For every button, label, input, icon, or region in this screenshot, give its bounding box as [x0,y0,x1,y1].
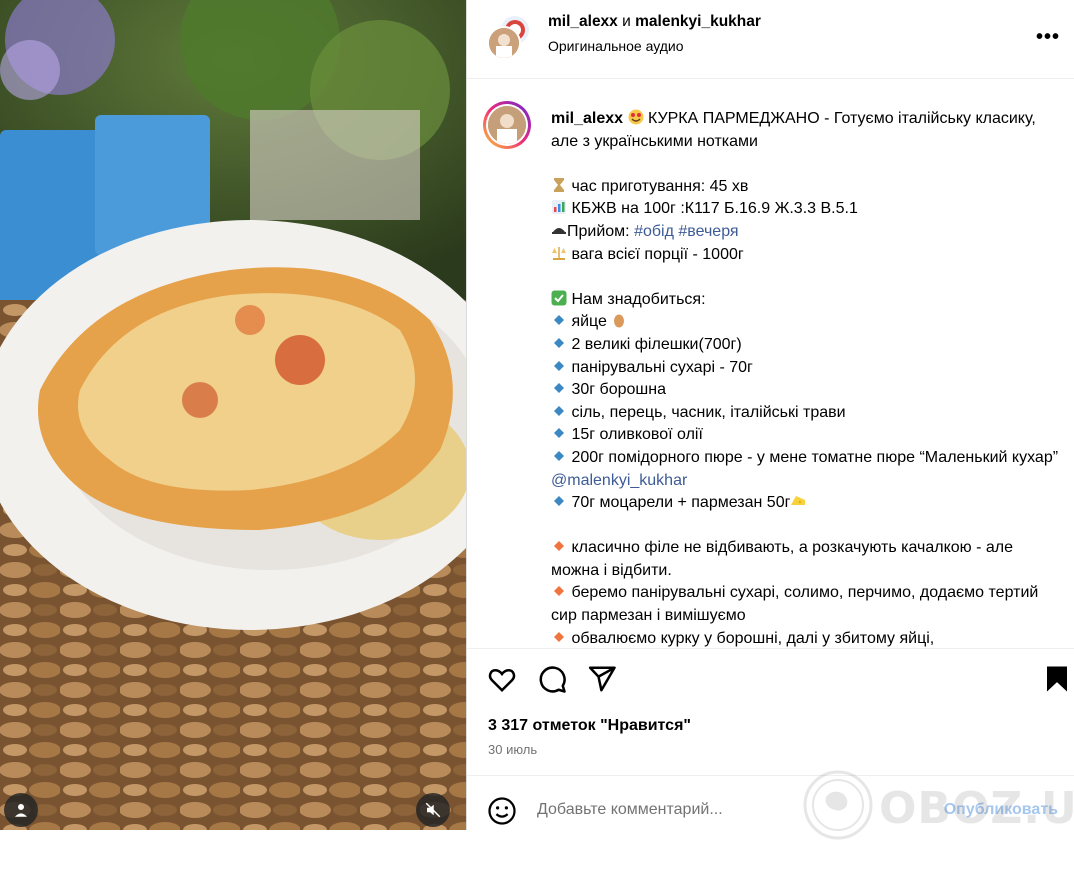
blue-diamond-icon [554,405,564,416]
hashtag-lunch[interactable]: #обід [634,223,674,240]
ingredient-item: 30г борошна [571,381,666,399]
avatar-mil-alexx[interactable] [487,26,521,60]
caption-area: mil_alexx КУРКА ПАРМЕДЖАНО - Готуємо іта… [467,80,1074,648]
food-photo [0,0,466,830]
save-button[interactable] [1042,664,1074,698]
hashtag-dinner[interactable]: #вечеря [678,223,738,240]
step-item: обвалюємо курку у борошні, далі у збитом… [571,629,935,647]
orange-diamond-icon [554,586,564,597]
egg-icon [614,314,625,328]
blue-diamond-icon [554,360,564,371]
post-panel: mil_alexx и malenkyi_kukhar Оригинальное… [466,0,1074,840]
post-authors: mil_alexx и malenkyi_kukhar [548,13,761,31]
comment-button[interactable] [537,664,571,698]
ingredient-item: яйце [571,313,607,331]
blue-diamond-icon [554,315,564,326]
mute-icon [425,802,441,818]
mute-button[interactable] [416,793,450,827]
blue-diamond-icon [554,428,564,439]
heart-icon [488,668,516,693]
ingredient-item: 200г помідорного пюре - у мене томатне п… [571,448,1059,466]
more-options-button[interactable]: ••• [1036,26,1060,49]
user-tag-icon [15,804,27,817]
caption-username[interactable]: mil_alexx [551,110,623,127]
cook-time: час приготування: 45 хв [571,177,749,195]
step-item: класично філе не відбивають, а розкачуют… [551,539,1013,579]
post-date: 30 июль [488,742,538,757]
ingredients-heading: Нам знадобиться: [571,290,706,308]
cheese-icon [791,496,806,506]
step-item: беремо панірувальні сухарі, солимо, перч… [551,584,1039,625]
scales-icon [552,246,566,260]
caption-title: КУРКА ПАРМЕДЖАНО - Готуємо італійську кл… [551,110,1036,150]
total-weight: вага всієї порції - 1000г [571,245,744,263]
cooking-pot-icon [552,227,566,234]
ingredient-item: 2 великі філешки(700г) [571,335,742,353]
share-icon [588,666,616,692]
blue-diamond-icon [554,337,564,348]
ingredient-item: 70г моцарели + пармезан 50г [571,494,791,512]
post-header: mil_alexx и malenkyi_kukhar Оригинальное… [467,0,1074,79]
author-link-1[interactable]: mil_alexx [548,13,618,30]
ingredient-item: сіль, перець, часник, італійські трави [571,403,846,421]
comment-input[interactable]: Добавьте комментарий... [537,801,723,819]
mention-malenkyi-kukhar[interactable]: @malenkyi_kukhar [551,472,687,489]
like-button[interactable] [487,664,521,698]
kbzhv: КБЖВ на 100г :К117 Б.16.9 Ж.3.3 В.5.1 [571,200,858,218]
check-box-icon [551,290,567,306]
share-button[interactable] [587,664,621,698]
divider [467,648,1074,649]
globe-logo-icon [803,770,873,840]
hourglass-icon [554,177,564,192]
watermark: OBOZ.UA [792,761,1074,871]
blue-diamond-icon [554,450,564,461]
comment-icon [539,666,566,693]
author-joiner: и [622,13,631,30]
user-tag-button[interactable] [4,793,38,827]
bookmark-icon [1047,666,1067,692]
heart-eyes-emoji-icon [628,109,644,125]
post-media[interactable] [0,0,466,830]
audio-link[interactable]: Оригинальное аудио [548,38,684,54]
emoji-icon[interactable] [487,796,517,826]
orange-diamond-icon [554,631,564,642]
bar-chart-icon [552,200,566,215]
ingredient-item: панірувальні сухарі - 70г [571,358,753,376]
blue-diamond-icon [554,496,564,507]
caption-avatar[interactable] [483,101,531,149]
collab-avatars[interactable] [487,14,531,60]
likes-count[interactable]: 3 317 отметок "Нравится" [488,717,691,735]
orange-diamond-icon [554,541,564,552]
comment-bar: Добавьте комментарий... Опубликовать OBO… [467,770,1074,840]
watermark-text: OBOZ.UA [879,783,1074,834]
caption-text: mil_alexx КУРКА ПАРМЕДЖАНО - Готуємо іта… [551,108,1061,648]
ingredient-item: 15г оливкової олії [571,426,703,444]
author-link-2[interactable]: malenkyi_kukhar [635,13,761,30]
blue-diamond-icon [554,383,564,394]
meal-prefix: Прийом: [567,222,635,240]
